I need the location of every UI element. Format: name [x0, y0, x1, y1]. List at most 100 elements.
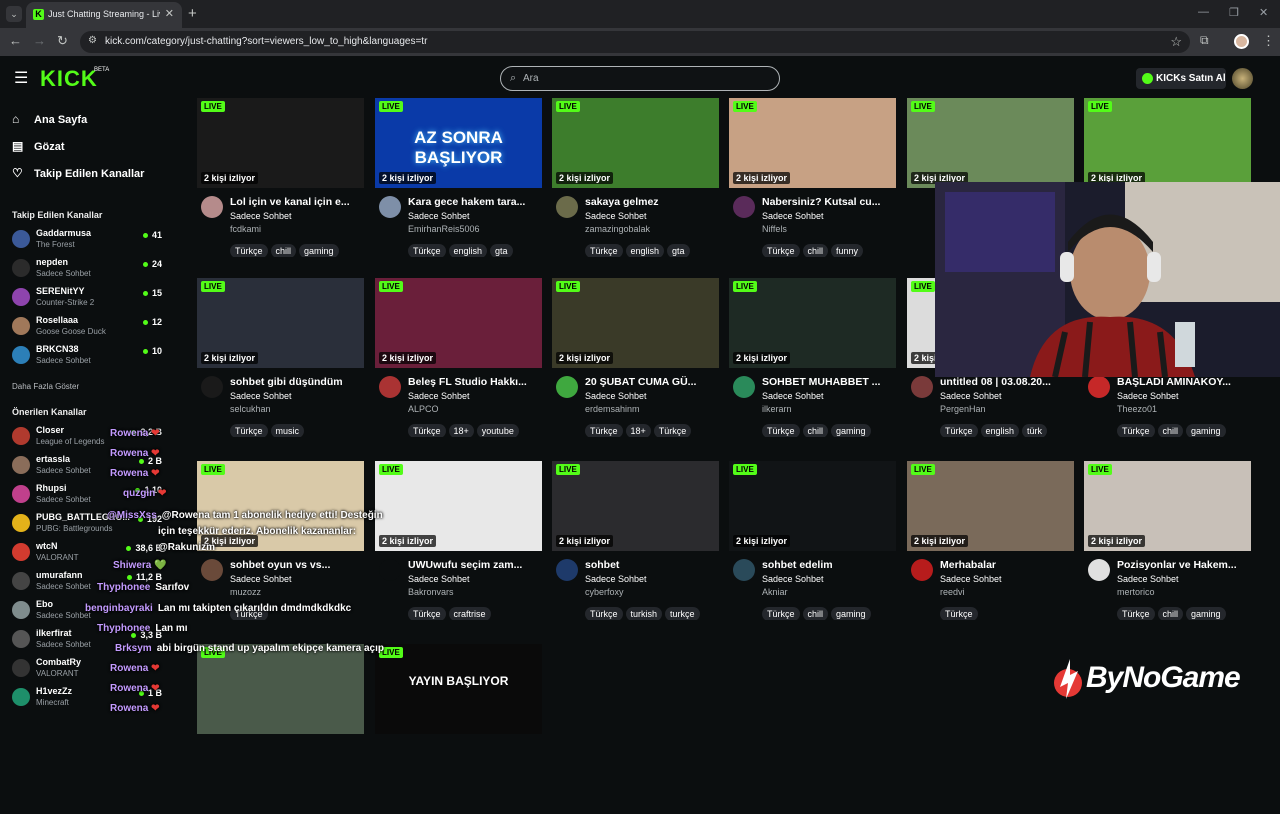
- stream-card[interactable]: LIVE 2 kişi izliyor UWUwufu seçim zam... Sa…: [375, 461, 542, 631]
- user-avatar[interactable]: [1232, 68, 1253, 89]
- stream-thumbnail[interactable]: LIVE2 kişi izliyor: [197, 278, 364, 368]
- stream-thumbnail[interactable]: LIVE2 kişi izliyor: [1084, 98, 1251, 188]
- sidebar-channel[interactable]: CombatRy VALORANT: [12, 657, 162, 683]
- channel-name[interactable]: Niffels: [762, 224, 787, 234]
- stream-title[interactable]: sakaya gelmez: [585, 196, 715, 208]
- stream-tag[interactable]: Türkçe: [585, 424, 623, 437]
- stream-tag[interactable]: Türkçe: [1117, 607, 1155, 620]
- new-tab-button[interactable]: +: [188, 5, 197, 22]
- stream-tag[interactable]: youtube: [476, 424, 519, 437]
- stream-thumbnail[interactable]: LIVE2 kişi izliyor: [197, 461, 364, 551]
- buy-kicks-button[interactable]: KICKs Satın Al: [1136, 68, 1226, 89]
- stream-card[interactable]: LIVE 2 kişi izliyor sohbet gibi düşündüm Sa…: [197, 278, 364, 448]
- channel-name[interactable]: reedvi: [940, 587, 965, 597]
- stream-tag[interactable]: english: [625, 244, 665, 257]
- stream-tag[interactable]: Türkçe: [585, 244, 623, 257]
- show-more-button[interactable]: Daha Fazla Göster: [12, 382, 79, 391]
- stream-tag[interactable]: Türkçe: [653, 424, 692, 437]
- stream-title[interactable]: sohbet gibi düşündüm: [230, 376, 360, 388]
- sidebar-channel[interactable]: PUBG_BATTLEGRO... PUBG: Battlegrounds 192: [12, 512, 162, 538]
- channel-avatar[interactable]: [733, 196, 755, 218]
- stream-title[interactable]: Merhabalar: [940, 559, 1070, 571]
- stream-thumbnail[interactable]: LIVE2 kişi izliyor: [729, 461, 896, 551]
- stream-thumbnail[interactable]: LIVE2 kişi izliyor: [907, 98, 1074, 188]
- stream-tag[interactable]: gaming: [831, 424, 871, 437]
- search-input[interactable]: ⌕ Ara: [500, 66, 780, 91]
- site-info-icon[interactable]: ⚙: [88, 35, 97, 46]
- sidebar-item-following[interactable]: ♡ Takip Edilen Kanallar: [12, 166, 144, 180]
- stream-tag[interactable]: gaming: [831, 607, 871, 620]
- stream-card[interactable]: LIVE 2 kişi izliyor Beleş FL Studio Hakkı.…: [375, 278, 542, 448]
- stream-title[interactable]: 20 ŞUBAT CUMA GÜ...: [585, 376, 715, 388]
- stream-tag[interactable]: chill: [802, 607, 829, 620]
- stream-tag[interactable]: music: [270, 424, 305, 437]
- channel-avatar[interactable]: [201, 196, 223, 218]
- sidebar-channel[interactable]: wtcN VALORANT 38,6 B: [12, 541, 162, 567]
- stream-card[interactable]: LIVE 2 kişi izliyor Merhabalar Sadece Sohbe…: [907, 461, 1074, 631]
- stream-title[interactable]: Lol için ve kanal için e...: [230, 196, 360, 208]
- stream-category[interactable]: Sadece Sohbet: [408, 574, 470, 584]
- stream-card[interactable]: LIVE 2 kişi izliyor Nabersiniz? Kutsal cu.…: [729, 98, 896, 268]
- tab-search-button[interactable]: ⌄: [6, 6, 22, 22]
- profile-avatar[interactable]: [1234, 34, 1249, 49]
- stream-tag[interactable]: Türkçe: [1117, 424, 1155, 437]
- stream-thumbnail[interactable]: LIVE2 kişi izliyor: [552, 278, 719, 368]
- browser-tab[interactable]: K Just Chatting Streaming - Live S ✕: [26, 2, 182, 28]
- stream-tag[interactable]: craftrise: [448, 607, 491, 620]
- stream-tag[interactable]: chill: [802, 244, 829, 257]
- stream-category[interactable]: Sadece Sohbet: [585, 391, 647, 401]
- stream-title[interactable]: sohbet edelim: [762, 559, 892, 571]
- stream-tag[interactable]: turkish: [625, 607, 663, 620]
- stream-card[interactable]: LIVE 2 kişi izliyor sakaya gelmez Sadece So…: [552, 98, 719, 268]
- minimize-button[interactable]: —: [1198, 6, 1209, 18]
- sidebar-channel[interactable]: Rhupsi Sadece Sohbet 1,10: [12, 483, 162, 509]
- channel-avatar[interactable]: [1088, 559, 1110, 581]
- stream-tag[interactable]: gta: [490, 244, 513, 257]
- channel-name[interactable]: selcukhan: [230, 404, 271, 414]
- kick-logo[interactable]: KICK: [40, 66, 98, 92]
- stream-category[interactable]: Sadece Sohbet: [1117, 574, 1179, 584]
- channel-avatar[interactable]: [911, 376, 933, 398]
- channel-avatar[interactable]: [556, 376, 578, 398]
- stream-category[interactable]: Sadece Sohbet: [762, 391, 824, 401]
- stream-thumbnail[interactable]: LIVE2 kişi izliyor: [729, 278, 896, 368]
- stream-tag[interactable]: Türkçe: [762, 424, 800, 437]
- channel-name[interactable]: fcdkami: [230, 224, 261, 234]
- channel-avatar[interactable]: [201, 376, 223, 398]
- stream-category[interactable]: Sadece Sohbet: [230, 211, 292, 221]
- stream-tag[interactable]: Türkçe: [230, 244, 268, 257]
- stream-thumbnail[interactable]: LIVE: [197, 644, 364, 734]
- stream-thumbnail[interactable]: LIVE2 kişi izliyor: [729, 98, 896, 188]
- sidebar-channel[interactable]: Rosellaaa Goose Goose Duck 12: [12, 315, 162, 341]
- sidebar-channel[interactable]: Ebo Sadece Sohbet: [12, 599, 162, 625]
- stream-title[interactable]: Pozisyonlar ve Hakem...: [1117, 559, 1247, 571]
- channel-avatar[interactable]: [379, 376, 401, 398]
- back-button[interactable]: ←: [9, 33, 22, 48]
- stream-tag[interactable]: Türkçe: [408, 244, 446, 257]
- stream-card[interactable]: LIVE 2 kişi izliyor sohbet Sadece Sohbet cyb…: [552, 461, 719, 631]
- stream-category[interactable]: Sadece Sohbet: [940, 391, 1002, 401]
- channel-name[interactable]: Bakronvars: [408, 587, 454, 597]
- stream-card[interactable]: AZ SONRA BAŞLIYOR LIVE 2 kişi izliyor Kara …: [375, 98, 542, 268]
- channel-avatar[interactable]: [379, 559, 401, 581]
- browser-menu-icon[interactable]: ⋮: [1262, 33, 1275, 49]
- stream-tag[interactable]: Türkçe: [408, 424, 446, 437]
- stream-category[interactable]: Sadece Sohbet: [230, 574, 292, 584]
- stream-card[interactable]: LIVE 2 kişi izliyor Lol için ve kanal için…: [197, 98, 364, 268]
- stream-tag[interactable]: Türkçe: [762, 244, 800, 257]
- sidebar-item-home[interactable]: ⌂ Ana Sayfa: [12, 112, 87, 126]
- stream-tag[interactable]: Türkçe: [940, 424, 978, 437]
- extensions-icon[interactable]: ⧉: [1200, 33, 1209, 48]
- sidebar-channel[interactable]: Closer League of Legends 2,2 B: [12, 425, 162, 451]
- sidebar-channel[interactable]: Gaddarmusa The Forest 41: [12, 228, 162, 254]
- stream-card[interactable]: LIVE 2 kişi izliyor sohbet oyun vs vs... Sa…: [197, 461, 364, 631]
- stream-card[interactable]: LIVE 2 kişi izliyor Pozisyonlar ve Hakem..…: [1084, 461, 1251, 631]
- channel-name[interactable]: ilkerarn: [762, 404, 792, 414]
- stream-thumbnail[interactable]: LIVE2 kişi izliyor: [375, 461, 542, 551]
- stream-tag[interactable]: gaming: [299, 244, 339, 257]
- stream-card[interactable]: LIVE 2 kişi izliyor sohbet edelim Sadece So…: [729, 461, 896, 631]
- stream-tag[interactable]: 18+: [448, 424, 474, 437]
- reload-button[interactable]: ↻: [57, 33, 68, 49]
- stream-tag[interactable]: 18+: [625, 424, 651, 437]
- stream-card[interactable]: LIVE 2 kişi izliyor 20 ŞUBAT CUMA GÜ... Sad…: [552, 278, 719, 448]
